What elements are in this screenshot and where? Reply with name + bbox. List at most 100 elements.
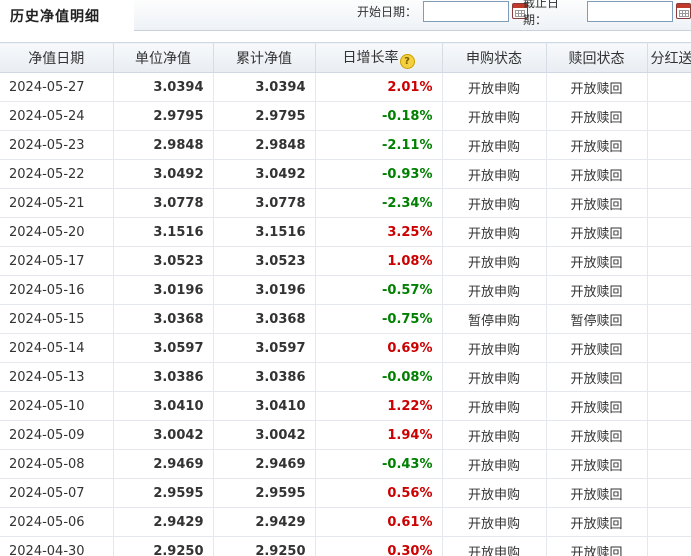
cell-unit-nav: 3.0778 — [113, 188, 214, 218]
cell-daily-rate: -0.93% — [315, 159, 443, 189]
table-row: 2024-05-10 3.0410 3.0410 1.22% 开放申购 开放赎回 — [0, 391, 691, 421]
table-header-row: 净值日期 单位净值 累计净值 日增长率? 申购状态 赎回状态 分红送配 — [0, 42, 691, 73]
cell-dividend — [647, 391, 691, 421]
cell-acc-nav: 3.0394 — [213, 72, 316, 102]
cell-daily-rate: 3.25% — [315, 217, 443, 247]
cell-daily-rate: -0.75% — [315, 304, 443, 334]
cell-unit-nav: 3.0394 — [113, 72, 214, 102]
cell-unit-nav: 3.0042 — [113, 420, 214, 450]
header-dividend: 分红送配 — [647, 42, 691, 73]
cell-acc-nav: 2.9795 — [213, 101, 316, 131]
header-unit-nav: 单位净值 — [113, 42, 214, 73]
cell-redeem-status: 开放赎回 — [546, 420, 648, 450]
cell-redeem-status: 开放赎回 — [546, 217, 648, 247]
cell-redeem-status: 开放赎回 — [546, 391, 648, 421]
cell-buy-status: 开放申购 — [442, 217, 547, 247]
cell-redeem-status: 开放赎回 — [546, 478, 648, 508]
cell-buy-status: 开放申购 — [442, 420, 547, 450]
cell-daily-rate: 0.69% — [315, 333, 443, 363]
cell-unit-nav: 2.9795 — [113, 101, 214, 131]
cell-unit-nav: 3.0597 — [113, 333, 214, 363]
cell-buy-status: 开放申购 — [442, 159, 547, 189]
cell-buy-status: 开放申购 — [442, 101, 547, 131]
cell-acc-nav: 2.9848 — [213, 130, 316, 160]
cell-date: 2024-05-23 — [0, 130, 114, 160]
table-row: 2024-05-15 3.0368 3.0368 -0.75% 暂停申购 暂停赎回 — [0, 304, 691, 334]
cell-redeem-status: 开放赎回 — [546, 333, 648, 363]
cell-date: 2024-04-30 — [0, 536, 114, 556]
cell-dividend — [647, 217, 691, 247]
cell-unit-nav: 3.0492 — [113, 159, 214, 189]
cell-redeem-status: 开放赎回 — [546, 101, 648, 131]
cell-acc-nav: 2.9250 — [213, 536, 316, 556]
cell-daily-rate: -0.08% — [315, 362, 443, 392]
cell-unit-nav: 2.9848 — [113, 130, 214, 160]
end-date-label: 截止日期： — [523, 0, 560, 27]
cell-acc-nav: 3.0597 — [213, 333, 316, 363]
end-calendar-icon[interactable] — [675, 3, 691, 19]
cell-date: 2024-05-10 — [0, 391, 114, 421]
cell-daily-rate: 0.61% — [315, 507, 443, 537]
cell-unit-nav: 3.0386 — [113, 362, 214, 392]
cell-daily-rate: 0.30% — [315, 536, 443, 556]
table-row: 2024-05-24 2.9795 2.9795 -0.18% 开放申购 开放赎回 — [0, 101, 691, 131]
cell-buy-status: 开放申购 — [442, 536, 547, 556]
cell-date: 2024-05-14 — [0, 333, 114, 363]
cell-acc-nav: 3.0042 — [213, 420, 316, 450]
table-row: 2024-05-13 3.0386 3.0386 -0.08% 开放申购 开放赎回 — [0, 362, 691, 392]
cell-date: 2024-05-13 — [0, 362, 114, 392]
cell-date: 2024-05-15 — [0, 304, 114, 334]
cell-redeem-status: 开放赎回 — [546, 449, 648, 479]
cell-acc-nav: 3.0523 — [213, 246, 316, 276]
cell-dividend — [647, 188, 691, 218]
cell-daily-rate: -0.57% — [315, 275, 443, 305]
cell-date: 2024-05-27 — [0, 72, 114, 102]
cell-daily-rate: -0.43% — [315, 449, 443, 479]
cell-buy-status: 开放申购 — [442, 72, 547, 102]
cell-buy-status: 开放申购 — [442, 275, 547, 305]
cell-date: 2024-05-07 — [0, 478, 114, 508]
cell-daily-rate: -2.11% — [315, 130, 443, 160]
table-row: 2024-05-09 3.0042 3.0042 1.94% 开放申购 开放赎回 — [0, 420, 691, 450]
header-buy-status: 申购状态 — [442, 42, 547, 73]
cell-acc-nav: 3.0368 — [213, 304, 316, 334]
start-date-input[interactable] — [423, 0, 510, 22]
cell-dividend — [647, 449, 691, 479]
cell-dividend — [647, 507, 691, 537]
panel-header: 历史净值明细 开始日期： 截止日期： — [0, 0, 691, 31]
end-date-filter: 截止日期： — [523, 0, 691, 27]
cell-daily-rate: 1.94% — [315, 420, 443, 450]
cell-buy-status: 开放申购 — [442, 130, 547, 160]
cell-buy-status: 开放申购 — [442, 333, 547, 363]
cell-date: 2024-05-16 — [0, 275, 114, 305]
cell-redeem-status: 开放赎回 — [546, 159, 648, 189]
table-row: 2024-05-08 2.9469 2.9469 -0.43% 开放申购 开放赎回 — [0, 449, 691, 479]
table-row: 2024-05-23 2.9848 2.9848 -2.11% 开放申购 开放赎回 — [0, 130, 691, 160]
cell-unit-nav: 2.9469 — [113, 449, 214, 479]
cell-redeem-status: 开放赎回 — [546, 536, 648, 556]
cell-daily-rate: -2.34% — [315, 188, 443, 218]
cell-acc-nav: 3.0410 — [213, 391, 316, 421]
cell-acc-nav: 3.0492 — [213, 159, 316, 189]
cell-acc-nav: 2.9429 — [213, 507, 316, 537]
cell-buy-status: 开放申购 — [442, 188, 547, 218]
cell-date: 2024-05-22 — [0, 159, 114, 189]
cell-unit-nav: 2.9595 — [113, 478, 214, 508]
cell-acc-nav: 3.1516 — [213, 217, 316, 247]
cell-dividend — [647, 101, 691, 131]
help-question-icon[interactable]: ? — [399, 53, 415, 69]
cell-unit-nav: 2.9429 — [113, 507, 214, 537]
cell-unit-nav: 3.0410 — [113, 391, 214, 421]
cell-redeem-status: 开放赎回 — [546, 507, 648, 537]
cell-dividend — [647, 72, 691, 102]
cell-dividend — [647, 130, 691, 160]
header-daily-rate-label: 日增长率 — [342, 49, 399, 66]
table-row: 2024-05-07 2.9595 2.9595 0.56% 开放申购 开放赎回 — [0, 478, 691, 508]
cell-dividend — [647, 333, 691, 363]
cell-date: 2024-05-20 — [0, 217, 114, 247]
cell-buy-status: 暂停申购 — [442, 304, 547, 334]
table-row: 2024-04-30 2.9250 2.9250 0.30% 开放申购 开放赎回 — [0, 536, 691, 556]
cell-redeem-status: 开放赎回 — [546, 275, 648, 305]
end-date-input[interactable] — [586, 0, 673, 22]
cell-unit-nav: 2.9250 — [113, 536, 214, 556]
